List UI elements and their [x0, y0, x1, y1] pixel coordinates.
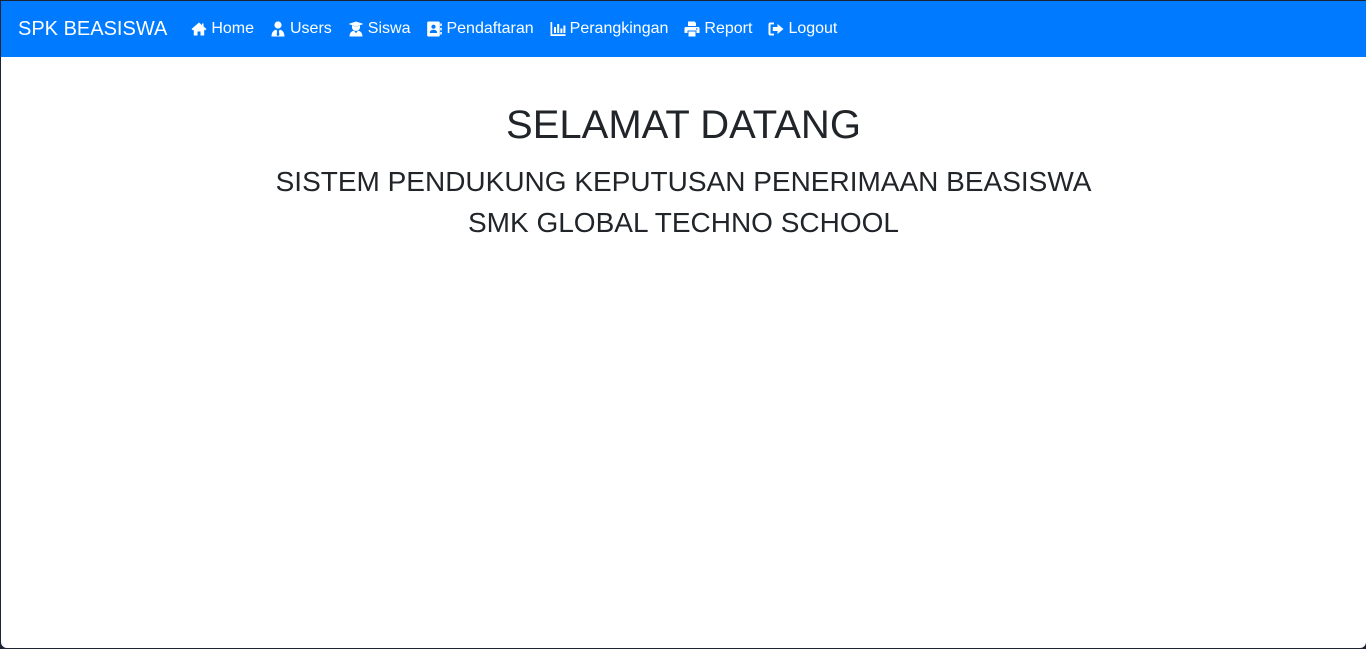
navbar: SPK BEASISWA Home Users Siswa Pendaftara… — [1, 1, 1366, 57]
system-subtitle: SISTEM PENDUKUNG KEPUTUSAN PENERIMAAN BE… — [275, 166, 1092, 197]
nav-menu: Home Users Siswa Pendaftaran Perangkinga… — [183, 20, 845, 38]
home-icon — [191, 22, 207, 36]
nav-item-label: Home — [211, 20, 254, 37]
user-graduate-icon — [348, 21, 364, 37]
print-icon — [684, 21, 700, 37]
school-name: SMK GLOBAL TECHNO SCHOOL — [468, 207, 899, 238]
nav-item-label: Siswa — [367, 20, 411, 37]
app-window: SPK BEASISWA Home Users Siswa Pendaftara… — [1, 1, 1366, 648]
welcome-section: SELAMAT DATANG SISTEM PENDUKUNG KEPUTUSA… — [1, 101, 1366, 243]
nav-item-pendaftaran[interactable]: Pendaftaran — [418, 20, 541, 38]
nav-item-perangkingan[interactable]: Perangkingan — [542, 20, 677, 38]
brand-link[interactable]: SPK BEASISWA — [18, 18, 167, 41]
nav-item-logout[interactable]: Logout — [760, 20, 845, 38]
welcome-title: SELAMAT DATANG — [506, 103, 861, 147]
chart-bar-icon — [550, 22, 566, 36]
nav-item-report[interactable]: Report — [676, 20, 760, 38]
address-book-icon — [427, 21, 443, 37]
nav-item-users[interactable]: Users — [262, 20, 340, 38]
nav-item-label: Perangkingan — [569, 20, 669, 37]
nav-item-label: Users — [290, 20, 332, 37]
sign-out-icon — [768, 22, 784, 36]
user-tie-icon — [271, 21, 285, 37]
nav-item-label: Pendaftaran — [446, 20, 534, 37]
nav-item-label: Logout — [788, 20, 838, 37]
nav-item-label: Report — [704, 20, 753, 37]
nav-item-home[interactable]: Home — [183, 20, 262, 38]
nav-item-siswa[interactable]: Siswa — [340, 20, 419, 38]
